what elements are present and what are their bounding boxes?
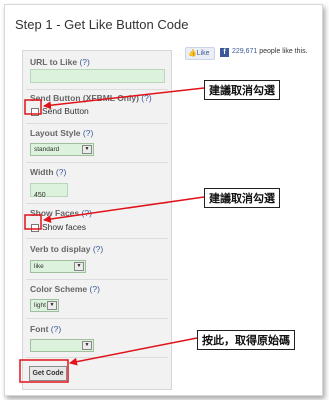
send-arrow	[43, 87, 205, 110]
get-code-highlight	[19, 359, 69, 383]
send-checkbox-highlight	[24, 99, 42, 115]
getcode-callout: 按此，取得原始碼	[197, 330, 295, 350]
getcode-arrow	[69, 337, 198, 366]
send-callout: 建議取消勾選	[204, 80, 280, 100]
faces-checkbox-highlight	[24, 214, 42, 230]
faces-arrow	[43, 196, 205, 223]
faces-callout: 建議取消勾選	[204, 188, 280, 208]
